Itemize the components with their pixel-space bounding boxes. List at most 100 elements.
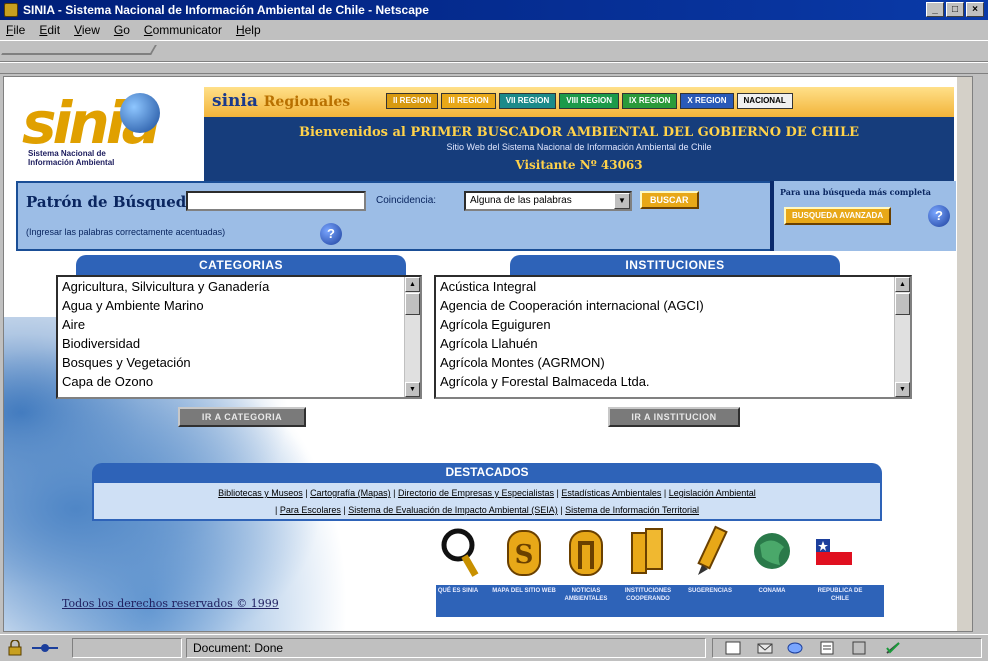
list-scrollbar[interactable]: ▲ ▼ <box>894 277 910 397</box>
toolbar-grip[interactable] <box>1 45 157 55</box>
list-item[interactable]: Agua y Ambiente Marino <box>58 296 420 315</box>
scroll-down-arrow-icon[interactable]: ▼ <box>405 382 420 397</box>
advanced-search-button[interactable]: BUSQUEDA AVANZADA <box>784 207 892 225</box>
link-legislacion[interactable]: Legislación Ambiental <box>669 488 756 498</box>
menu-edit[interactable]: Edit <box>39 23 60 37</box>
list-item[interactable]: Acústica Integral <box>436 277 910 296</box>
globe-icon <box>120 93 160 133</box>
list-item[interactable]: Agencia de Cooperación internacional (AG… <box>436 296 910 315</box>
scroll-down-arrow-icon[interactable]: ▼ <box>895 382 910 397</box>
advanced-search-label: Para una búsqueda más completa <box>780 187 931 197</box>
mail-icon[interactable] <box>756 640 774 656</box>
progress-cell <box>72 638 182 658</box>
categorias-list[interactable]: Agricultura, Silvicultura y Ganadería Ag… <box>56 275 422 399</box>
list-item[interactable]: Biodiversidad <box>58 334 420 353</box>
link-directorio[interactable]: Directorio de Empresas y Especialistas <box>398 488 554 498</box>
header-banner: sinia Regionales II REGION III REGION VI… <box>204 87 954 183</box>
close-button[interactable]: × <box>966 2 984 17</box>
svg-text:S: S <box>515 540 534 570</box>
pencil-icon[interactable] <box>688 525 732 581</box>
region-button-vii[interactable]: VII REGION <box>498 93 557 109</box>
region-button-ii[interactable]: II REGION <box>386 93 439 109</box>
link-sit[interactable]: Sistema de Información Territorial <box>565 505 699 515</box>
coincidence-select[interactable]: Alguna de las palabras ▼ <box>464 191 632 211</box>
sinia-logo[interactable]: sinia Sistema Nacional de Información Am… <box>22 87 192 172</box>
link-estadisticas[interactable]: Estadísticas Ambientales <box>561 488 661 498</box>
list-item[interactable]: Agrícola Llahuén <box>436 334 910 353</box>
composer-icon[interactable] <box>818 640 836 656</box>
icon-label[interactable]: INSTITUCIONES COOPERANDO <box>616 587 680 603</box>
page-viewport: sinia Sistema Nacional de Información Am… <box>3 76 973 632</box>
link-escolares[interactable]: Para Escolares <box>280 505 341 515</box>
menu-file[interactable]: File <box>6 23 25 37</box>
coincidence-label: Coincidencia: <box>376 195 437 206</box>
conama-globe-icon[interactable] <box>750 525 794 581</box>
instituciones-header: INSTITUCIONES <box>510 255 840 275</box>
site-map-icon[interactable]: S <box>502 525 546 581</box>
status-text: Document: Done <box>186 638 706 658</box>
netscape-app-icon <box>4 3 18 17</box>
page-scrollbar[interactable] <box>956 77 972 631</box>
dropdown-arrow-icon[interactable]: ▼ <box>614 193 630 209</box>
scroll-up-arrow-icon[interactable]: ▲ <box>405 277 420 292</box>
menu-bar: File Edit View Go Communicator Help <box>0 20 988 40</box>
icon-label[interactable]: REPUBLICA DE CHILE <box>808 587 872 603</box>
feature-icon-labels: QUÉ ES SINIA MAPA DEL SITIO WEB NOTICIAS… <box>436 585 884 617</box>
news-icon[interactable] <box>564 525 608 581</box>
categorias-header: CATEGORIAS <box>76 255 406 275</box>
scroll-thumb[interactable] <box>895 293 910 315</box>
link-bibliotecas[interactable]: Bibliotecas y Museos <box>218 488 303 498</box>
menu-view[interactable]: View <box>74 23 100 37</box>
destacados-header: DESTACADOS <box>92 463 882 481</box>
copyright-link[interactable]: Todos los derechos reservados © 1999 <box>62 597 279 610</box>
help-icon[interactable]: ? <box>320 223 342 245</box>
go-to-institucion-button[interactable]: IR A INSTITUCION <box>608 407 740 427</box>
icon-label[interactable]: MAPA DEL SITIO WEB <box>492 587 556 595</box>
icon-label[interactable]: CONAMA <box>740 587 804 595</box>
icon-label[interactable]: QUÉ ES SINIA <box>428 587 488 595</box>
folders-icon[interactable] <box>626 525 670 581</box>
magnifier-icon[interactable] <box>440 525 484 581</box>
discussion-icon[interactable] <box>786 640 804 656</box>
address-book-icon[interactable] <box>850 640 868 656</box>
minimize-button[interactable]: _ <box>926 2 944 17</box>
menu-go[interactable]: Go <box>114 23 130 37</box>
link-cartografia[interactable]: Cartografía (Mapas) <box>310 488 391 498</box>
go-to-categoria-button[interactable]: IR A CATEGORIA <box>178 407 306 427</box>
search-label: Patrón de Búsqueda: <box>26 193 202 211</box>
advanced-help-icon[interactable]: ? <box>928 205 950 227</box>
navigator-icon[interactable] <box>724 640 742 656</box>
search-input[interactable] <box>186 191 366 211</box>
status-bar: Document: Done <box>0 634 988 661</box>
icon-label[interactable]: SUGERENCIAS <box>678 587 742 595</box>
scroll-thumb[interactable] <box>405 293 420 315</box>
list-item[interactable]: Capa de Ozono <box>58 372 420 391</box>
search-button[interactable]: BUSCAR <box>640 191 699 209</box>
menu-communicator[interactable]: Communicator <box>144 23 222 37</box>
region-button-viii[interactable]: VIII REGION <box>559 93 620 109</box>
list-item[interactable]: Bosques y Vegetación <box>58 353 420 372</box>
maximize-button[interactable]: □ <box>946 2 964 17</box>
list-item[interactable]: Agrícola y Forestal Balmaceda Ltda. <box>436 372 910 391</box>
link-seia[interactable]: Sistema de Evaluación de Impacto Ambient… <box>348 505 558 515</box>
region-button-ix[interactable]: IX REGION <box>622 93 678 109</box>
list-item[interactable]: Agrícola Eguiguren <box>436 315 910 334</box>
edit-icon[interactable] <box>884 640 902 656</box>
chile-flag-icon[interactable] <box>812 525 856 581</box>
icon-label[interactable]: NOTICIAS AMBIENTALES <box>554 587 618 603</box>
instituciones-list[interactable]: Acústica Integral Agencia de Cooperación… <box>434 275 912 399</box>
region-button-iii[interactable]: III REGION <box>441 93 496 109</box>
list-scrollbar[interactable]: ▲ ▼ <box>404 277 420 397</box>
list-item[interactable]: Aire <box>58 315 420 334</box>
security-lock-icon[interactable] <box>6 640 24 656</box>
region-button-x[interactable]: X REGION <box>680 93 734 109</box>
search-hint: (Ingresar las palabras correctamente ace… <box>26 227 226 237</box>
connection-icon <box>32 644 58 652</box>
menu-help[interactable]: Help <box>236 23 261 37</box>
list-item[interactable]: Agrícola Montes (AGRMON) <box>436 353 910 372</box>
site-subtitle: Sitio Web del Sistema Nacional de Inform… <box>446 142 712 152</box>
list-item[interactable]: Agricultura, Silvicultura y Ganadería <box>58 277 420 296</box>
scroll-up-arrow-icon[interactable]: ▲ <box>895 277 910 292</box>
region-button-nacional[interactable]: NACIONAL <box>736 93 793 109</box>
regionales-title: sinia Regionales <box>212 91 351 111</box>
